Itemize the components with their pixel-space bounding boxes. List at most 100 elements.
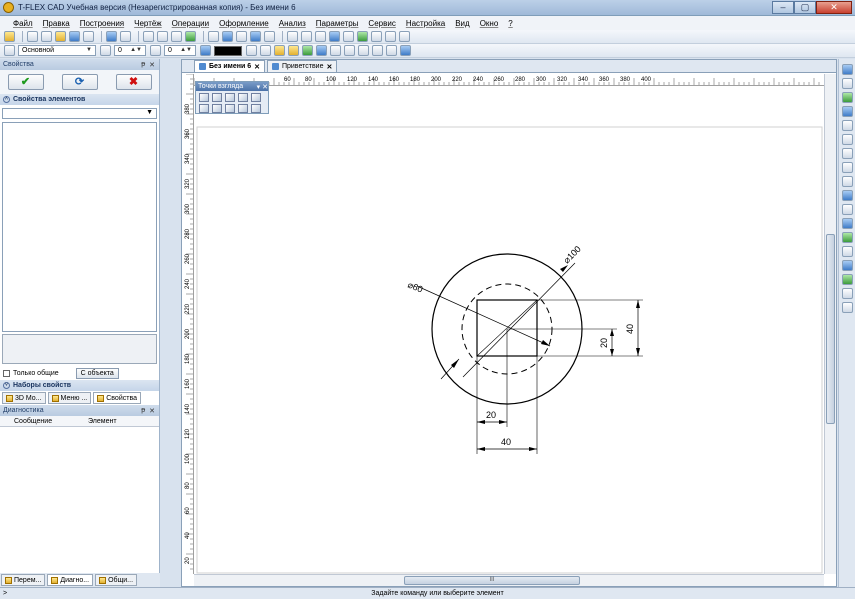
view-left-icon[interactable] [225,93,235,102]
tab-doc-untitled[interactable]: Без имени 6 ✕ [194,60,265,72]
variables-icon[interactable] [357,31,368,42]
new-document-icon[interactable] [27,31,38,42]
tab-menu[interactable]: Меню ... [47,392,92,404]
view-iso3-icon[interactable] [238,104,248,113]
from-object-button[interactable]: С объекта [75,367,119,379]
refresh-button[interactable]: ⟳ [61,74,98,90]
dim-text-40-vertical[interactable]: 40 [625,324,635,334]
ok-button[interactable]: ✔ [7,74,44,90]
menu-view[interactable]: Вид [450,19,474,28]
filter-icon[interactable] [4,31,15,42]
priority-combo[interactable]: 0 ▲▼ [114,45,146,56]
color-swatch[interactable] [214,45,242,56]
node-icon[interactable] [185,31,196,42]
model-icon[interactable] [371,31,382,42]
dimension-icon[interactable] [264,31,275,42]
layers-icon[interactable] [841,204,853,215]
hatch-icon[interactable] [208,31,219,42]
dim-text-20-vertical[interactable]: 20 [599,338,609,348]
library-icon[interactable] [385,31,396,42]
view-back-icon[interactable] [212,93,222,102]
view-bottom-icon[interactable] [199,104,209,113]
save-icon[interactable] [69,31,80,42]
vertical-scroll-thumb[interactable] [826,234,835,424]
property-sets-section[interactable]: ˅ Наборы свойств [0,380,159,391]
table-icon[interactable] [301,31,312,42]
snap-node-icon[interactable] [288,45,299,56]
fill-icon[interactable] [250,31,261,42]
menu-construct[interactable]: Построения [75,19,129,28]
tab-close-icon[interactable]: ✕ [254,63,260,71]
line-width-icon[interactable] [260,45,271,56]
dim-text-40-horizontal[interactable]: 40 [501,437,511,447]
diag-pin-icon[interactable]: ᵽ [141,407,145,415]
zoom-window-icon[interactable] [841,120,853,131]
section-icon[interactable] [841,246,853,257]
view-3d-icon[interactable] [841,64,853,75]
refresh-icon[interactable] [399,31,410,42]
layer-combo[interactable]: Основной ▼ [18,45,96,56]
tab-variables[interactable]: Перем... [1,574,46,586]
dim-text-dia-60[interactable]: ⌀60 [406,280,424,295]
tab-properties[interactable]: Свойства [93,392,141,404]
measure-icon[interactable] [841,260,853,271]
menu-settings[interactable]: Настройка [401,19,450,28]
window-icon[interactable] [841,302,853,313]
undo-icon[interactable] [106,31,117,42]
snap-end-icon[interactable] [386,45,397,56]
colors-icon[interactable] [841,218,853,229]
menu-drawing[interactable]: Чертёж [129,19,167,28]
view-iso1-icon[interactable] [212,104,222,113]
horizontal-scrollbar[interactable]: III [194,574,824,586]
tab-diagnostics[interactable]: Диагно... [47,574,94,586]
dim-text-dia-100[interactable]: ⌀100 [561,244,583,266]
print-icon[interactable] [83,31,94,42]
snap-point-icon[interactable] [344,45,355,56]
vertical-scrollbar[interactable] [824,74,836,574]
spline-icon[interactable] [171,31,182,42]
snap-tangent-icon[interactable] [372,45,383,56]
text-icon[interactable] [236,31,247,42]
zoom-out-icon[interactable] [841,148,853,159]
snap-all-icon[interactable] [400,45,411,56]
only-common-checkbox[interactable] [3,369,10,377]
zoom-prev-icon[interactable] [841,162,853,173]
menu-help[interactable]: ? [503,19,517,28]
menu-parameters[interactable]: Параметры [311,19,364,28]
panel-close-icon[interactable]: ✕ [149,61,155,69]
open-folder-icon[interactable] [55,31,66,42]
sketch-icon[interactable] [222,31,233,42]
color-picker-icon[interactable] [200,45,211,56]
menu-format[interactable]: Оформление [214,19,274,28]
maximize-button[interactable]: ▢ [794,1,816,14]
snap-icon[interactable] [274,45,285,56]
pin-icon[interactable]: ᵽ [141,61,145,69]
check-icon[interactable] [841,274,853,285]
options-icon[interactable] [841,288,853,299]
menu-service[interactable]: Сервис [363,19,400,28]
view-front-icon[interactable] [199,93,209,102]
menu-window[interactable]: Окно [475,19,504,28]
view-top-icon[interactable] [251,93,261,102]
page-icon[interactable] [343,31,354,42]
snap-circle-icon[interactable] [316,45,327,56]
circle-icon[interactable] [157,31,168,42]
fragment-icon[interactable] [287,31,298,42]
tab-3d-model[interactable]: 3D Мо... [2,392,46,404]
level-combo[interactable]: 0 ▲▼ [164,45,196,56]
col-message[interactable]: Сообщение [14,416,88,426]
drawing-svg[interactable]: ⌀100 ⌀60 40 20 20 40 [195,87,824,574]
tab-close-icon[interactable]: ✕ [326,63,332,71]
snap-grid-icon[interactable] [330,45,341,56]
menu-file[interactable]: Файл [8,19,38,28]
menu-edit[interactable]: Правка [38,19,75,28]
view-panel-close-icon[interactable]: ▾ ✕ [257,83,268,91]
tab-common[interactable]: Общи... [95,574,138,586]
view-right-icon[interactable] [238,93,248,102]
element-properties-section[interactable]: ˄ Свойства элементов [0,94,159,105]
close-button[interactable]: ✕ [816,1,852,14]
dim-text-20-horizontal[interactable]: 20 [486,410,496,420]
menu-operations[interactable]: Операции [167,19,214,28]
redraw-icon[interactable] [841,190,853,201]
view-iso4-icon[interactable] [251,104,261,113]
